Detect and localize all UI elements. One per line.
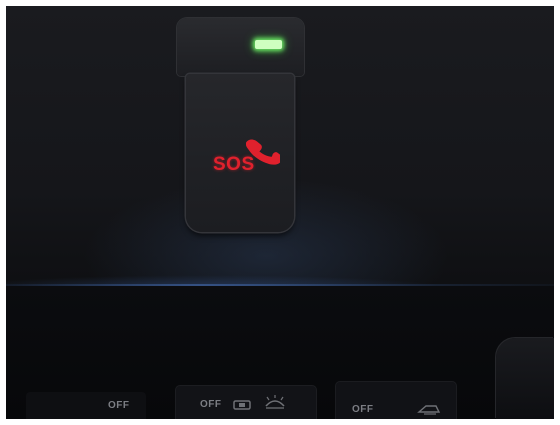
sos-module-housing <box>177 18 304 76</box>
side-trim-panel <box>496 338 554 419</box>
status-led <box>255 40 282 49</box>
center-control-panel: OFF <box>176 386 316 419</box>
interior-light-icon[interactable] <box>416 402 442 419</box>
center-off-label[interactable]: OFF <box>200 399 222 410</box>
dome-light-icon[interactable] <box>262 394 288 417</box>
sos-button[interactable]: SOS <box>186 74 294 232</box>
right-off-label[interactable]: OFF <box>352 404 374 415</box>
right-control-panel: OFF <box>336 382 456 419</box>
left-off-label: OFF <box>108 400 130 411</box>
map-light-icon[interactable] <box>232 398 254 416</box>
phone-handset-icon <box>245 132 283 172</box>
car-ceiling-photo: SOS OFF OFF OFF <box>6 6 554 419</box>
left-control-panel: OFF <box>26 392 146 419</box>
